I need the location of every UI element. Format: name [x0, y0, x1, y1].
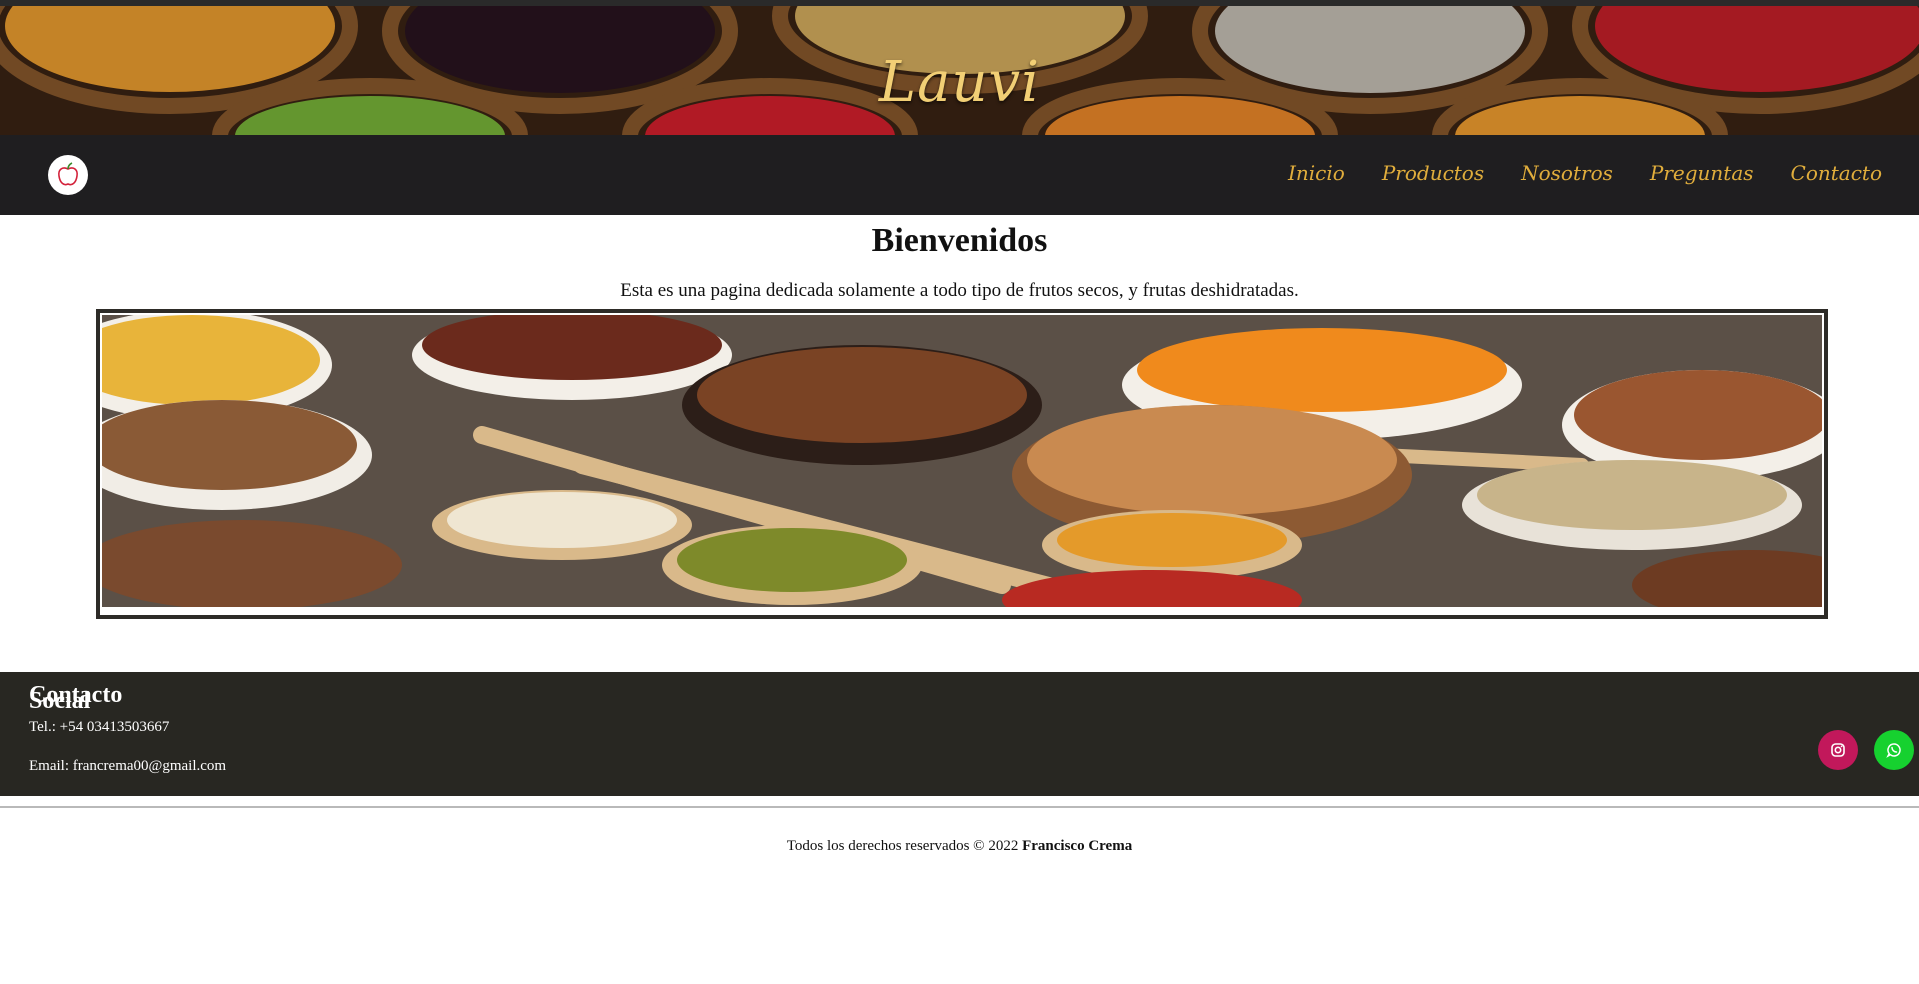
footer-phone: Tel.: +54 03413503667 — [29, 719, 170, 735]
footer: Contacto Tel.: +54 03413503667 Email: fr… — [0, 672, 1919, 796]
nav-links: Inicio Productos Nosotros Preguntas Cont… — [1288, 161, 1882, 185]
instagram-icon — [1831, 743, 1845, 757]
nav-link-preguntas[interactable]: Preguntas — [1650, 161, 1754, 185]
nav-link-productos[interactable]: Productos — [1382, 161, 1484, 185]
footer-divider — [0, 806, 1919, 808]
main-navbar: Inicio Productos Nosotros Preguntas Cont… — [0, 135, 1919, 215]
page-title: Bienvenidos — [871, 222, 1048, 259]
nav-link-contacto[interactable]: Contacto — [1791, 161, 1882, 185]
footer-email: Email: francrema00@gmail.com — [29, 758, 227, 774]
copyright-label: Todos los derechos reservados © 2022 — [786, 838, 1023, 854]
featured-image-frame — [96, 309, 1828, 619]
site-logo[interactable] — [48, 155, 88, 195]
copyright-text: Todos los derechos reservados © 2022 Fra… — [0, 838, 1919, 855]
nav-link-inicio[interactable]: Inicio — [1288, 161, 1345, 185]
nuts-and-dried-fruits-image — [102, 315, 1822, 607]
instagram-button[interactable] — [1818, 730, 1858, 770]
whatsapp-button[interactable] — [1874, 730, 1914, 770]
footer-social-title: Social — [29, 688, 91, 714]
nav-link-nosotros[interactable]: Nosotros — [1521, 161, 1613, 185]
apple-logo-icon — [58, 162, 78, 186]
whatsapp-icon — [1886, 743, 1901, 758]
copyright-author: Francisco Crema — [1022, 838, 1133, 854]
intro-text: Esta es una pagina dedicada solamente a … — [620, 280, 1299, 301]
brand-title: Lauvi — [878, 50, 1041, 115]
hero-banner: Lauvi — [0, 6, 1919, 135]
